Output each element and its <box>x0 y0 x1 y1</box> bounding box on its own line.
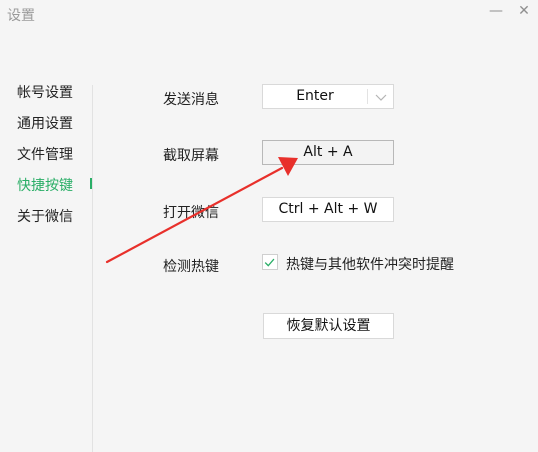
sidebar-item-about[interactable]: 关于微信 <box>17 206 73 226</box>
send-message-select[interactable]: Enter <box>262 84 394 109</box>
open-wechat-hotkey-field[interactable]: Ctrl + Alt + W <box>262 197 394 222</box>
open-wechat-label: 打开微信 <box>163 205 219 221</box>
sidebar-item-general[interactable]: 通用设置 <box>17 113 73 133</box>
hotkey-conflict-label: 热键与其他软件冲突时提醒 <box>286 257 454 273</box>
select-divider <box>367 89 368 104</box>
screenshot-hotkey-field[interactable]: Alt + A <box>262 140 394 165</box>
sidebar-item-account[interactable]: 帐号设置 <box>17 82 73 102</box>
send-message-label: 发送消息 <box>163 92 219 108</box>
red-arrow-icon <box>105 157 298 264</box>
detect-hotkey-label: 检测热键 <box>163 259 219 275</box>
chevron-down-icon[interactable] <box>373 89 389 105</box>
close-button[interactable]: ✕ <box>510 0 538 22</box>
window-title: 设置 <box>7 8 35 24</box>
send-message-value: Enter <box>296 88 334 104</box>
hotkey-conflict-checkbox[interactable] <box>262 254 278 270</box>
minimize-button[interactable]: — <box>482 0 510 22</box>
sidebar-divider <box>92 85 93 452</box>
checkmark-icon <box>264 258 275 267</box>
screenshot-label: 截取屏幕 <box>163 148 219 164</box>
restore-defaults-button[interactable]: 恢复默认设置 <box>263 313 394 339</box>
sidebar-item-shortcuts[interactable]: 快捷按键 <box>17 175 73 195</box>
settings-window: 设置 — ✕ 帐号设置 通用设置 文件管理 快捷按键 关于微信 发送消息 Ent… <box>0 0 538 452</box>
sidebar-item-files[interactable]: 文件管理 <box>17 144 73 164</box>
